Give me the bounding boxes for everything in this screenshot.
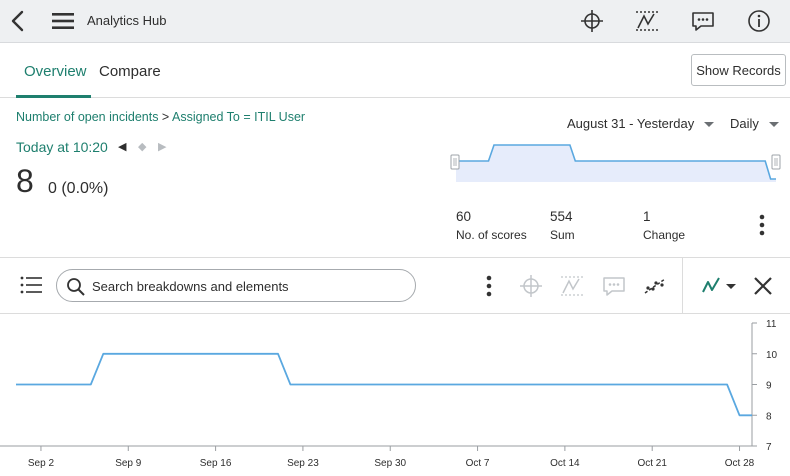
stat-label: Sum — [550, 228, 575, 242]
score-time-label: Today at 10:20 — [16, 139, 108, 155]
chevron-down-icon — [768, 122, 779, 128]
score-value: 8 — [16, 163, 34, 199]
info-icon[interactable] — [746, 8, 772, 34]
analytics-hub-screen: Analytics Hub Overview Compare Show Reco… — [0, 0, 790, 476]
y-tick-label: 8 — [766, 411, 772, 422]
x-tick-label: Sep 30 — [374, 458, 406, 469]
tab-compare[interactable]: Compare — [99, 63, 161, 80]
frequency-value: Daily — [730, 116, 759, 131]
score-change: 0 (0.0%) — [48, 180, 109, 197]
date-range-value: August 31 - Yesterday — [567, 116, 695, 131]
current-score-diamond-icon[interactable]: ◆ — [138, 140, 146, 153]
top-bar: Analytics Hub — [0, 0, 790, 43]
search-input[interactable] — [92, 275, 407, 297]
search-box — [56, 269, 416, 302]
breakdown-more-icon[interactable] — [484, 275, 494, 297]
stat-number-of-scores: 60 No. of scores — [456, 209, 527, 242]
show-records-button[interactable]: Show Records — [691, 54, 786, 86]
x-tick-label: Sep 16 — [200, 458, 232, 469]
previous-score-arrow-icon[interactable]: ◀ — [118, 140, 126, 153]
x-tick-label: Sep 9 — [115, 458, 142, 469]
next-score-arrow-icon[interactable]: ▶ — [158, 140, 166, 153]
x-tick-label: Oct 21 — [637, 458, 667, 469]
back-icon[interactable] — [8, 9, 28, 33]
x-tick-label: Oct 7 — [466, 458, 490, 469]
stat-value: 60 — [456, 209, 472, 224]
range-handle-right[interactable] — [771, 154, 781, 170]
chart-type-selector-icon[interactable] — [700, 273, 740, 299]
comments-icon[interactable] — [601, 273, 627, 299]
x-tick-label: Oct 28 — [725, 458, 755, 469]
stat-sum: 554 Sum — [550, 209, 575, 242]
frequency-select[interactable]: Daily — [730, 116, 779, 131]
breakdown-toolbar — [0, 257, 790, 314]
stat-change: 1 Change — [643, 209, 685, 242]
x-tick-label: Oct 14 — [550, 458, 580, 469]
list-icon[interactable] — [20, 275, 42, 295]
y-tick-label: 10 — [766, 350, 778, 361]
x-tick-label: Sep 23 — [287, 458, 319, 469]
comments-icon[interactable] — [690, 8, 716, 34]
crosshair-icon[interactable] — [579, 8, 605, 34]
range-handle-left[interactable] — [450, 154, 460, 170]
toolbar-divider — [682, 258, 683, 314]
breadcrumb: Number of open incidents > Assigned To =… — [16, 110, 305, 124]
breadcrumb-breakdown-link[interactable]: Assigned To = ITIL User — [172, 110, 305, 124]
y-tick-label: 7 — [766, 442, 772, 453]
chevron-down-icon — [704, 122, 715, 128]
close-icon[interactable] — [750, 273, 776, 299]
date-range-select[interactable]: August 31 - Yesterday — [567, 116, 715, 131]
breadcrumb-indicator-link[interactable]: Number of open incidents — [16, 110, 158, 124]
line-chart: 7 8 9 10 11 Sep 2 Sep 9 Sep 16 Sep 23 Sep 30 Oct 7… — [0, 319, 778, 469]
sparkline-area — [456, 145, 776, 182]
y-tick-label: 9 — [766, 381, 772, 392]
range-sparkline[interactable] — [450, 139, 782, 189]
more-options-icon[interactable] — [757, 214, 767, 236]
search-icon — [67, 278, 85, 296]
x-tick-label: Sep 2 — [28, 458, 55, 469]
crosshair-icon[interactable] — [518, 273, 544, 299]
breadcrumb-separator: > — [158, 110, 173, 124]
stat-value: 554 — [550, 209, 573, 224]
trendline-icon[interactable] — [642, 273, 668, 299]
tabs-row: Overview Compare Show Records — [0, 43, 790, 98]
active-tab-indicator — [16, 95, 91, 98]
stat-value: 1 — [643, 209, 651, 224]
stat-label: No. of scores — [456, 228, 527, 242]
hamburger-menu-icon[interactable] — [52, 12, 74, 30]
tab-overview[interactable]: Overview — [24, 63, 87, 80]
series-line — [16, 352, 752, 417]
targets-icon[interactable] — [559, 273, 585, 299]
main-chart: 7 8 9 10 11 Sep 2 Sep 9 Sep 16 Sep 23 Sep 30 Oct 7… — [0, 314, 790, 476]
targets-icon[interactable] — [634, 8, 660, 34]
y-tick-label: 11 — [766, 319, 777, 330]
stat-label: Change — [643, 228, 686, 242]
page-title: Analytics Hub — [87, 13, 167, 28]
